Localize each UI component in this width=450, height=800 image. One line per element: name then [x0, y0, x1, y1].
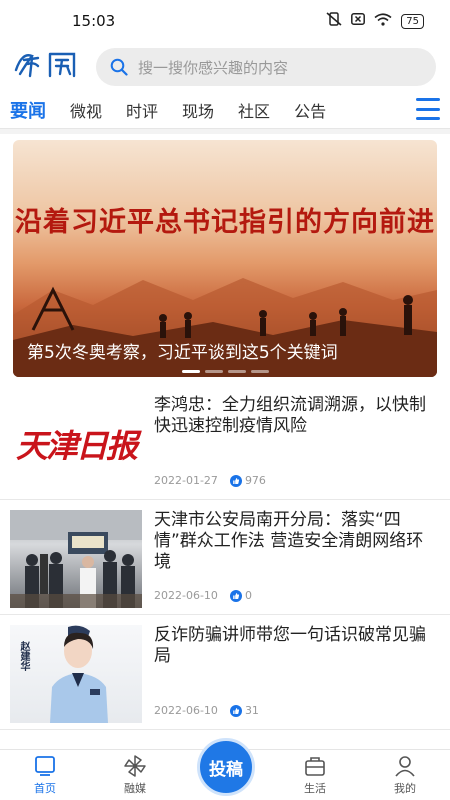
- search-input[interactable]: 搜一搜你感兴趣的内容: [96, 48, 436, 86]
- news-meta: 2022-06-10 0: [154, 589, 252, 602]
- thumbs-up-icon: [229, 474, 242, 487]
- news-thumbnail: [10, 510, 142, 608]
- news-thumbnail: 天津日报: [10, 395, 142, 493]
- news-thumbnail: 赵建华: [10, 625, 142, 723]
- tab-community[interactable]: 社区: [238, 98, 270, 122]
- thumbs-up-icon: [229, 589, 242, 602]
- like-number: 0: [244, 589, 252, 602]
- tab-commentary[interactable]: 时评: [126, 98, 158, 122]
- banner-carousel[interactable]: 沿着习近平总书记指引的方向前进 第5次冬奥考察，习近平谈到这5个关键词: [13, 140, 437, 377]
- news-title: 李鸿忠：全力组织流调溯源，以快制快迅速控制疫情风险: [154, 395, 426, 436]
- like-count: 31: [229, 704, 259, 717]
- news-item[interactable]: 天津日报 李鸿忠：全力组织流调溯源，以快制快迅速控制疫情风险 2022-01-2…: [0, 385, 450, 500]
- like-count: 976: [229, 474, 266, 487]
- news-title: 反诈防骗讲师带您一句话识破常见骗局: [154, 625, 426, 666]
- news-meta: 2022-01-27 976: [154, 474, 266, 487]
- status-time: 15:03: [72, 12, 116, 30]
- like-number: 31: [244, 704, 259, 717]
- notification-x-icon: [351, 13, 366, 29]
- banner-caption: 第5次冬奥考察，习近平谈到这5个关键词: [27, 343, 338, 363]
- nav-media[interactable]: 融媒: [90, 750, 180, 800]
- news-meta: 2022-06-10 31: [154, 704, 259, 717]
- like-count: 0: [229, 589, 252, 602]
- news-title: 天津市公安局南开分局：落实“四情”群众工作法 营造安全清朗网络环境: [154, 510, 424, 572]
- channel-tabs: 要闻 微视 时评 现场 社区 公告: [0, 92, 450, 128]
- news-item[interactable]: 赵建华 反诈防骗讲师带您一句话识破常见骗局 2022-06-10 31: [0, 615, 450, 730]
- news-item[interactable]: 天津市公安局南开分局：落实“四情”群众工作法 营造安全清朗网络环境 2022-0…: [0, 500, 450, 615]
- vibrate-off-icon: [326, 12, 342, 30]
- news-list: 天津日报 李鸿忠：全力组织流调溯源，以快制快迅速控制疫情风险 2022-01-2…: [0, 385, 450, 730]
- nav-life[interactable]: 生活: [270, 750, 360, 800]
- nav-home[interactable]: 首页: [0, 750, 90, 800]
- app-logo: [12, 46, 86, 88]
- search-icon: [110, 58, 128, 76]
- office-photo-image: [10, 510, 142, 608]
- thumbs-up-icon: [229, 704, 242, 717]
- user-icon: [395, 756, 415, 777]
- divider: [0, 128, 450, 134]
- like-number: 976: [244, 474, 266, 487]
- police-officer-image: [50, 625, 108, 723]
- nav-media-label: 融媒: [124, 782, 146, 795]
- header-bar: 搜一搜你感兴趣的内容: [0, 42, 450, 92]
- nav-life-label: 生活: [304, 782, 326, 795]
- nav-home-label: 首页: [34, 782, 56, 795]
- news-date: 2022-01-27: [154, 474, 218, 487]
- nav-mine[interactable]: 我的: [360, 750, 450, 800]
- carousel-indicator: [13, 370, 437, 373]
- channel-menu-icon[interactable]: [416, 98, 440, 120]
- status-bar: 15:03 75: [0, 0, 450, 42]
- tab-live[interactable]: 现场: [182, 98, 214, 122]
- wifi-icon: [374, 12, 392, 30]
- submit-button[interactable]: 投稿: [197, 738, 255, 796]
- tab-video[interactable]: 微视: [70, 98, 102, 122]
- battery-icon: 75: [401, 13, 424, 29]
- newspaper-logo: 天津日报: [15, 427, 138, 465]
- nav-mine-label: 我的: [394, 782, 416, 795]
- name-tag: 赵建华: [18, 641, 29, 671]
- briefcase-icon: [305, 757, 325, 776]
- status-icons: 75: [326, 12, 424, 30]
- search-placeholder: 搜一搜你感兴趣的内容: [138, 58, 289, 77]
- tab-notice[interactable]: 公告: [294, 98, 326, 122]
- tab-headlines[interactable]: 要闻: [10, 97, 46, 123]
- news-date: 2022-06-10: [154, 589, 218, 602]
- news-date: 2022-06-10: [154, 704, 218, 717]
- home-icon: [35, 756, 55, 776]
- pinwheel-icon: [124, 755, 146, 777]
